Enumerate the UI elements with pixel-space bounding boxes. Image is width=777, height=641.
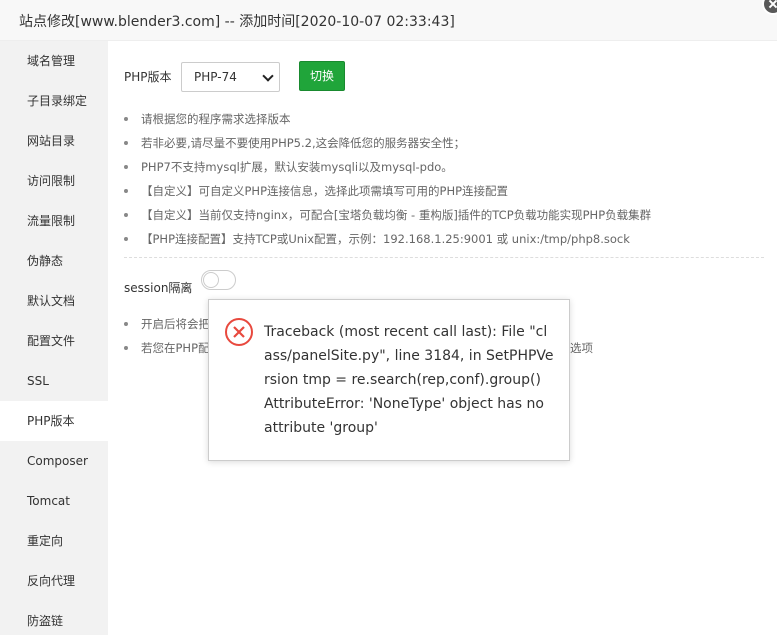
close-icon[interactable] <box>762 0 777 15</box>
error-dialog: Traceback (most recent call last): File … <box>208 299 570 461</box>
bullet-icon <box>124 116 128 121</box>
tip-item: 若非必要,请尽量不要使用PHP5.2,这会降低您的服务器安全性； <box>124 135 465 151</box>
toggle-knob <box>203 272 219 288</box>
session-tip-text: 若您在PHP配 <box>141 341 210 355</box>
bullet-icon <box>124 212 128 217</box>
sidebar-item-composer[interactable]: Composer <box>0 441 108 481</box>
switch-button[interactable]: 切换 <box>299 61 345 91</box>
dialog-titlebar: 站点修改[www.blender3.com] -- 添加时间[2020-10-0… <box>0 0 777 41</box>
tip-item: 请根据您的程序需求选择版本 <box>124 111 291 127</box>
sidebar-item-config-file[interactable]: 配置文件 <box>0 321 108 361</box>
php-version-label: PHP版本 <box>124 70 172 84</box>
sidebar-item-traffic-limit[interactable]: 流量限制 <box>0 201 108 241</box>
divider <box>124 257 764 258</box>
tip-text: 【自定义】可自定义PHP连接信息，选择此项需填写可用的PHP连接配置 <box>141 184 509 198</box>
sidebar-item-reverse-proxy[interactable]: 反向代理 <box>0 561 108 601</box>
php-version-select[interactable]: PHP-74 <box>181 62 280 92</box>
sidebar-item-php-version[interactable]: PHP版本 <box>0 401 108 441</box>
session-tip-item: 开启后将会把 <box>124 316 210 332</box>
sidebar-item-ssl[interactable]: SSL <box>0 361 108 401</box>
error-message: Traceback (most recent call last): File … <box>264 324 554 436</box>
sidebar: 域名管理 子目录绑定 网站目录 访问限制 流量限制 伪静态 默认文档 配置文件 … <box>0 41 108 635</box>
tip-text: 若非必要,请尽量不要使用PHP5.2,这会降低您的服务器安全性； <box>141 136 466 150</box>
bullet-icon <box>124 188 128 193</box>
chevron-down-icon <box>262 70 274 82</box>
bullet-icon <box>124 345 128 350</box>
tip-text: PHP7不支持mysql扩展，默认安装mysqli以及mysql-pdo。 <box>141 160 453 174</box>
tip-item: 【自定义】可自定义PHP连接信息，选择此项需填写可用的PHP连接配置 <box>124 183 508 199</box>
session-tip-tail: 选项 <box>570 341 593 355</box>
session-isolation-toggle[interactable] <box>201 270 236 290</box>
sidebar-item-site-dir[interactable]: 网站目录 <box>0 121 108 161</box>
session-isolation-label: session隔离 <box>124 281 193 295</box>
sidebar-item-tomcat[interactable]: Tomcat <box>0 481 108 521</box>
bullet-icon <box>124 236 128 241</box>
sidebar-item-domain[interactable]: 域名管理 <box>0 41 108 81</box>
tip-text: 请根据您的程序需求选择版本 <box>141 112 291 126</box>
bullet-icon <box>124 140 128 145</box>
session-tip-text: 开启后将会把 <box>141 317 210 331</box>
bullet-icon <box>124 164 128 169</box>
sidebar-item-hotlink[interactable]: 防盗链 <box>0 601 108 641</box>
sidebar-item-subdir[interactable]: 子目录绑定 <box>0 81 108 121</box>
sidebar-item-default-doc[interactable]: 默认文档 <box>0 281 108 321</box>
tip-text: 【PHP连接配置】支持TCP或Unix配置，示例：192.168.1.25:90… <box>141 232 630 246</box>
dialog-title: 站点修改[www.blender3.com] -- 添加时间[2020-10-0… <box>19 14 455 30</box>
error-circle-x-icon <box>225 318 253 346</box>
tip-item: PHP7不支持mysql扩展，默认安装mysqli以及mysql-pdo。 <box>124 159 453 175</box>
tip-item: 【自定义】当前仅支持nginx，可配合[宝塔负载均衡 - 重构版]插件的TCP负… <box>124 207 651 223</box>
tip-item: 【PHP连接配置】支持TCP或Unix配置，示例：192.168.1.25:90… <box>124 231 630 247</box>
sidebar-item-access-limit[interactable]: 访问限制 <box>0 161 108 201</box>
sidebar-item-rewrite[interactable]: 伪静态 <box>0 241 108 281</box>
tip-text: 【自定义】当前仅支持nginx，可配合[宝塔负载均衡 - 重构版]插件的TCP负… <box>141 208 652 222</box>
sidebar-item-redirect[interactable]: 重定向 <box>0 521 108 561</box>
bullet-icon <box>124 321 128 326</box>
session-tip-item: 若您在PHP配 <box>124 340 210 356</box>
php-version-selected: PHP-74 <box>194 70 237 84</box>
